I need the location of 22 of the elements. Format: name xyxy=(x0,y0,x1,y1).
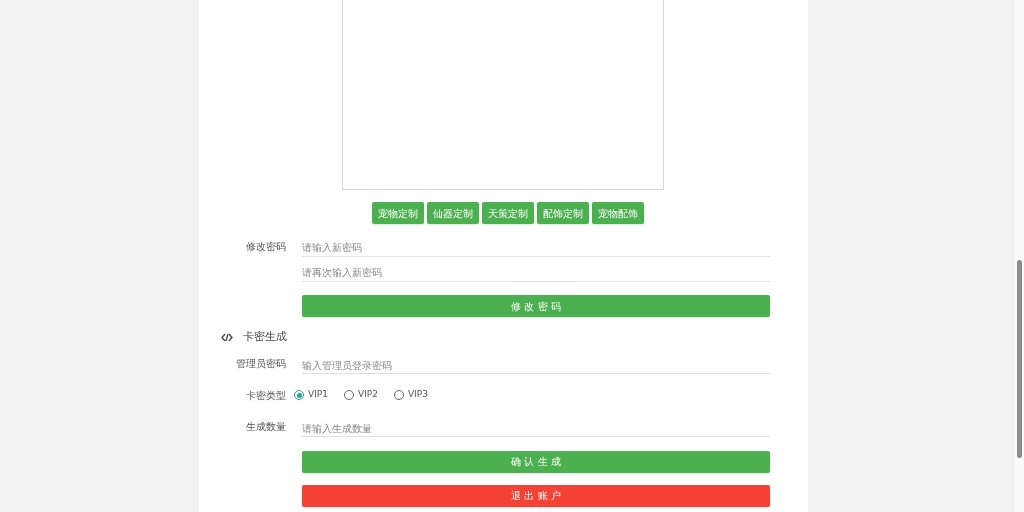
section-title: 卡密生成 xyxy=(243,329,287,345)
input-field[interactable]: 请输入新密码 xyxy=(302,239,770,257)
custom-button[interactable]: 宠物定制 xyxy=(371,202,424,224)
logout-button[interactable]: 退 出 账 户 xyxy=(302,484,770,507)
custom-button[interactable]: 仙器定制 xyxy=(426,202,479,224)
field-label: 管理员密码 xyxy=(235,357,287,371)
input-field[interactable]: 请输入生成数量 xyxy=(302,420,770,437)
scrollbar[interactable] xyxy=(1015,0,1024,512)
confirm-button[interactable]: 确 认 生 成 xyxy=(302,450,770,473)
change-password-button[interactable]: 修 改 密 码 xyxy=(302,295,770,317)
code-icon xyxy=(221,332,233,342)
input-field[interactable]: 输入管理员登录密码 xyxy=(302,357,770,374)
custom-button[interactable]: 天策定制 xyxy=(481,202,534,224)
radio-option[interactable]: VIP2 xyxy=(343,388,378,402)
input-field[interactable]: 请再次输入新密码 xyxy=(302,264,770,282)
radio-option[interactable]: VIP1 xyxy=(294,388,328,402)
custom-button[interactable]: 宠物配饰 xyxy=(591,202,644,224)
custom-button[interactable]: 配饰定制 xyxy=(536,202,589,224)
field-label: 卡密类型 xyxy=(245,388,287,403)
field-label: 修改密码 xyxy=(245,239,287,254)
field-label: 生成数量 xyxy=(245,420,287,434)
radio-option[interactable]: VIP3 xyxy=(393,388,428,402)
